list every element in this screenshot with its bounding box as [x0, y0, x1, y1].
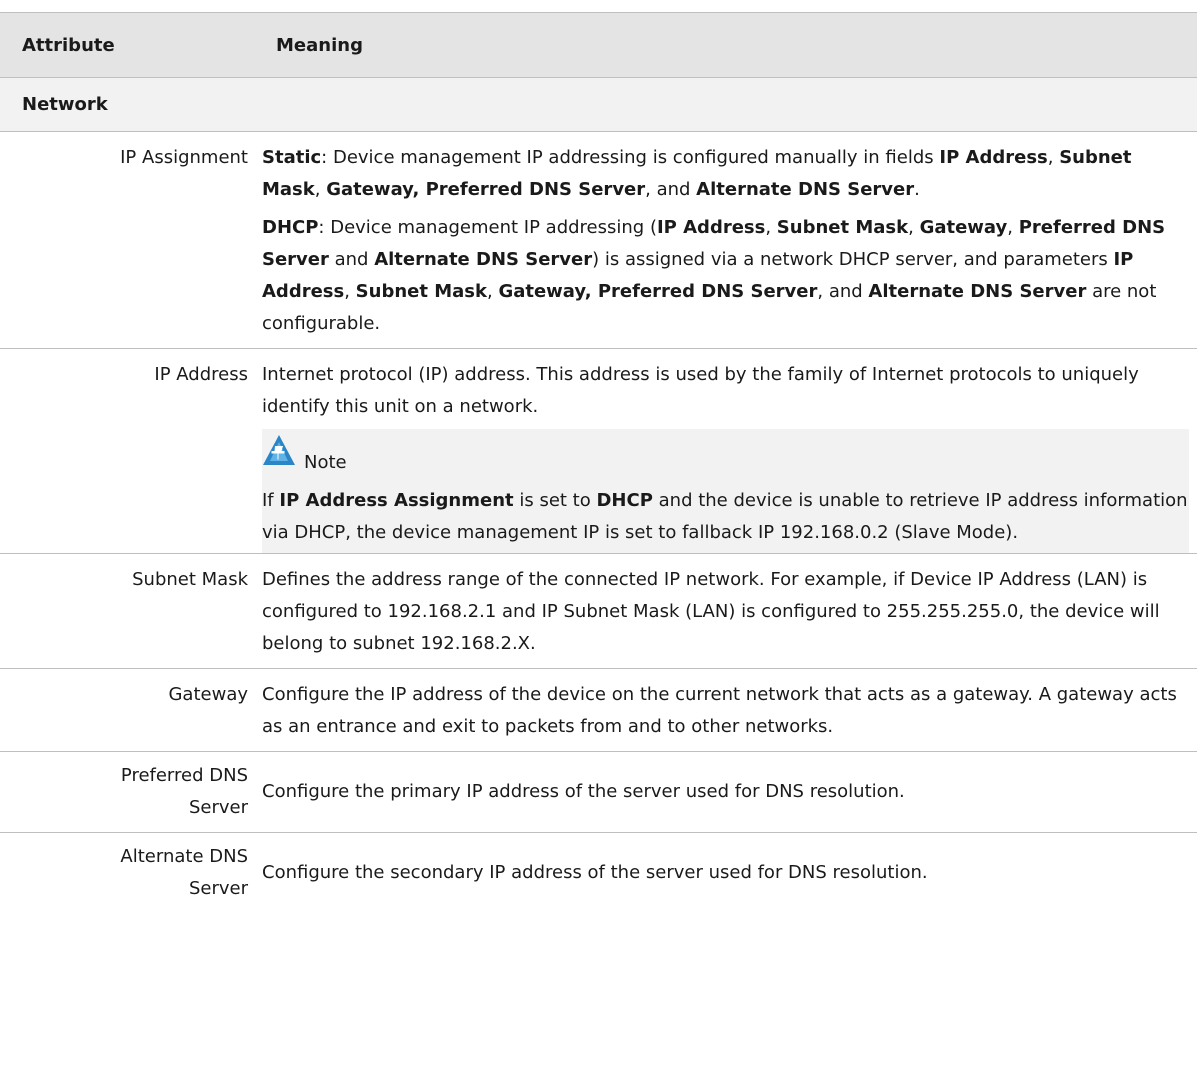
term: IP Address Assignment: [279, 490, 514, 511]
meaning-subnet-mask: Defines the address range of the connect…: [262, 569, 1160, 654]
dhcp-description: DHCP: Device management IP addressing (I…: [262, 212, 1189, 340]
ip-address-description: Internet protocol (IP) address. This add…: [262, 364, 1139, 417]
table-header: Attribute Meaning: [0, 12, 1197, 78]
text: ) is assigned via a network DHCP server,…: [592, 249, 1114, 270]
meaning-preferred-dns: Configure the primary IP address of the …: [262, 781, 905, 802]
meaning-alternate-dns: Configure the secondary IP address of th…: [262, 862, 928, 883]
note-label: Note: [304, 452, 347, 473]
table-row: IP Assignment Static: Device management …: [0, 132, 1197, 349]
term-dhcp: DHCP: [262, 217, 319, 238]
text: , and: [645, 179, 697, 200]
note-header: Note: [262, 433, 1189, 477]
attr-ip-address: IP Address: [154, 364, 248, 385]
meaning-ip-address: Internet protocol (IP) address. This add…: [262, 349, 1197, 553]
term: IP Address: [939, 147, 1048, 168]
section-network: Network: [0, 78, 1197, 132]
attr-ip-assignment: IP Assignment: [120, 147, 248, 168]
term: Alternate DNS Server: [868, 281, 1087, 302]
term-static: Static: [262, 147, 322, 168]
term: DHCP: [596, 490, 653, 511]
table-row: Preferred DNS Server Configure the prima…: [0, 752, 1197, 833]
text: .: [914, 179, 920, 200]
note-text: If IP Address Assignment is set to DHCP …: [262, 485, 1189, 549]
static-description: Static: Device management IP addressing …: [262, 142, 1189, 206]
term: Gateway, Preferred DNS Server: [326, 179, 646, 200]
header-attribute: Attribute: [22, 34, 115, 56]
note-box: Note If IP Address Assignment is set to …: [262, 429, 1189, 553]
table-row: Gateway Configure the IP address of the …: [0, 669, 1197, 752]
meaning-ip-assignment: Static: Device management IP addressing …: [262, 132, 1197, 348]
term: Alternate DNS Server: [696, 179, 915, 200]
term: Gateway: [919, 217, 1008, 238]
term: Alternate DNS Server: [374, 249, 593, 270]
text: ,: [344, 281, 356, 302]
term: Subnet Mask: [355, 281, 487, 302]
text: : Device management IP addressing is con…: [321, 147, 940, 168]
attr-alternate-dns: Alternate DNS Server: [120, 846, 248, 899]
attribute-table: Attribute Meaning Network IP Assignment …: [0, 12, 1197, 913]
text: ,: [486, 281, 499, 302]
table-row: Subnet Mask Defines the address range of…: [0, 554, 1197, 669]
text: ,: [765, 217, 777, 238]
term: Gateway, Preferred DNS Server: [498, 281, 818, 302]
text: : Device management IP addressing (: [318, 217, 657, 238]
text: and: [328, 249, 375, 270]
attr-preferred-dns: Preferred DNS Server: [120, 765, 248, 818]
meaning-gateway: Configure the IP address of the device o…: [262, 684, 1177, 737]
note-pin-icon: [262, 434, 296, 477]
text: , and: [817, 281, 869, 302]
text: ,: [1047, 147, 1060, 168]
text: If: [262, 490, 280, 511]
term: Subnet Mask: [776, 217, 909, 238]
text: ,: [314, 179, 327, 200]
term: IP Address: [656, 217, 766, 238]
table-row: IP Address Internet protocol (IP) addres…: [0, 349, 1197, 554]
attr-gateway: Gateway: [168, 684, 248, 705]
header-meaning: Meaning: [276, 34, 363, 56]
text: ,: [1007, 217, 1019, 238]
text: ,: [908, 217, 920, 238]
table-row: Alternate DNS Server Configure the secon…: [0, 833, 1197, 913]
text: is set to: [513, 490, 597, 511]
attr-subnet-mask: Subnet Mask: [132, 569, 248, 590]
